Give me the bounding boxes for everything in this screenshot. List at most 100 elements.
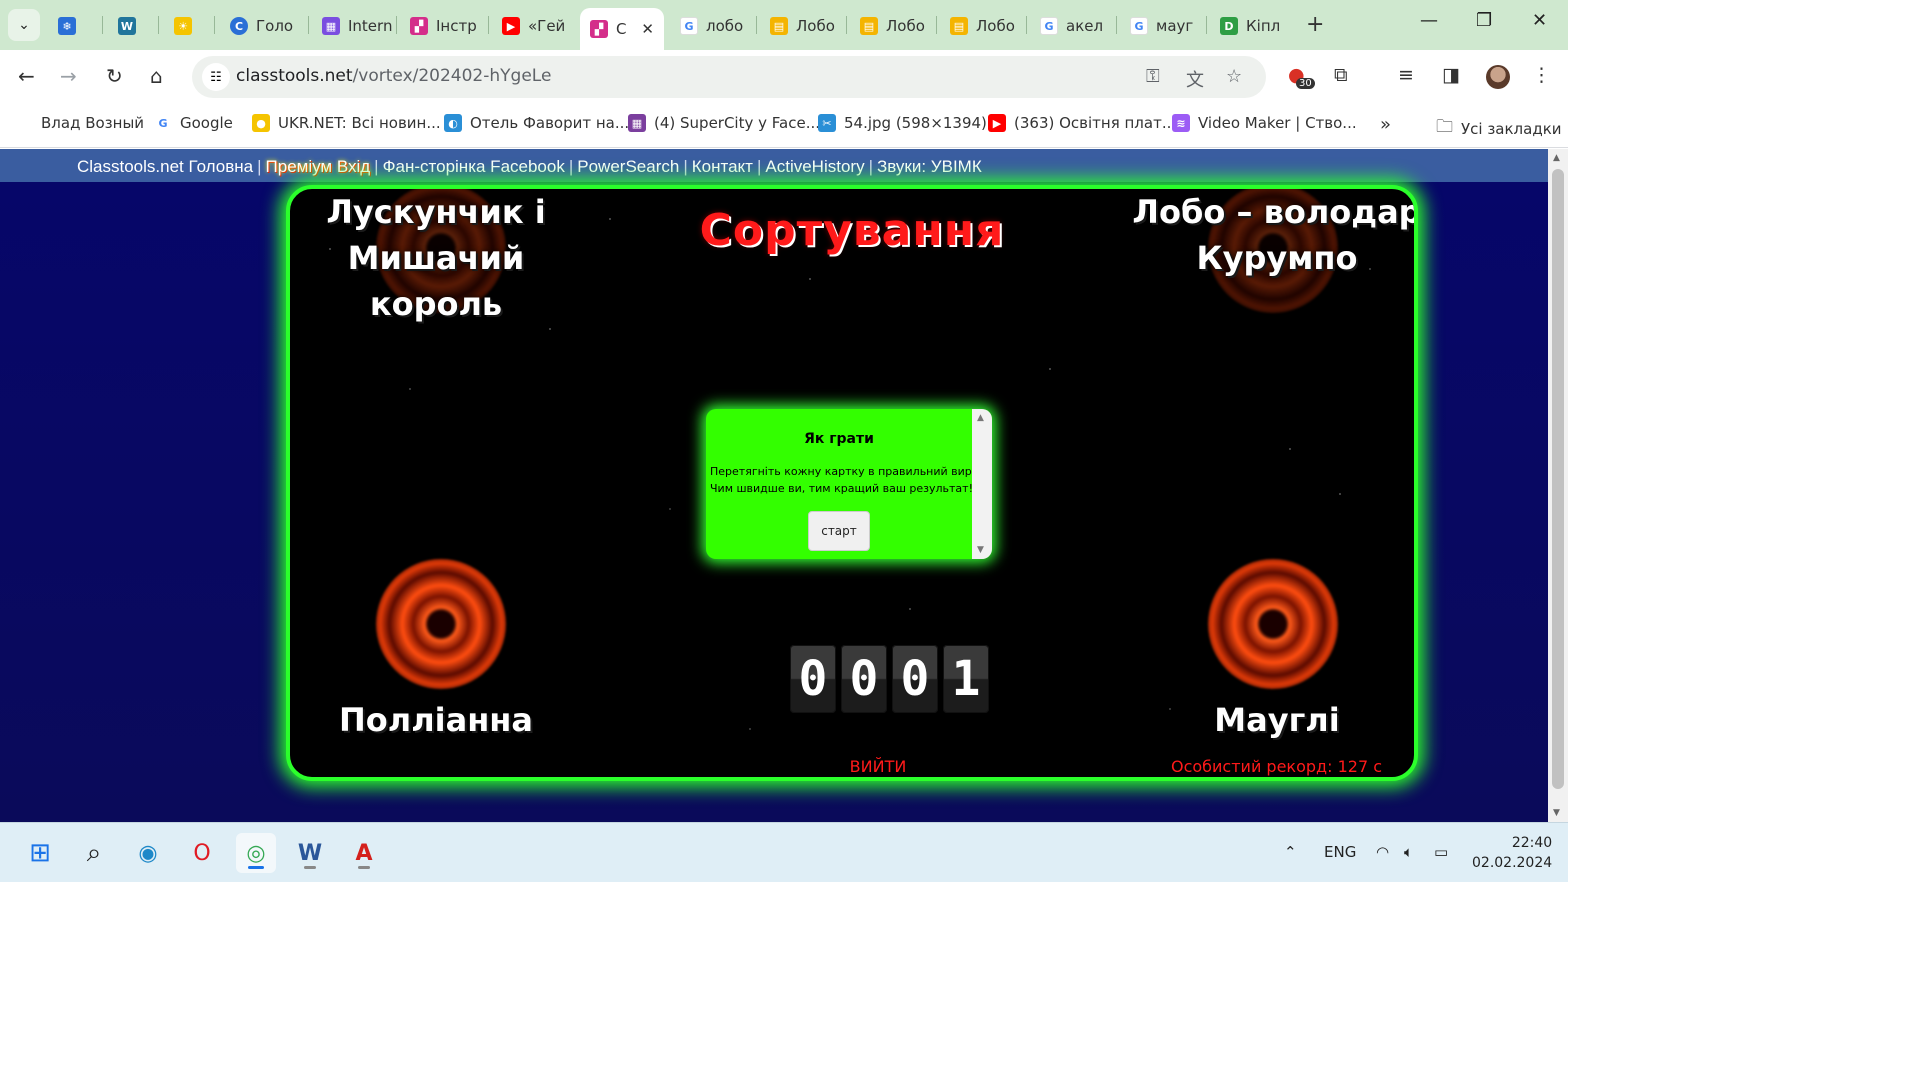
profile-avatar[interactable] — [1486, 65, 1510, 89]
minimize-icon[interactable]: — — [1420, 10, 1438, 31]
tab-2[interactable]: W — [108, 8, 162, 44]
vortex-bottom-right[interactable] — [1208, 559, 1338, 689]
bookmark-item[interactable]: Влад Возный — [41, 114, 144, 132]
tools-icon: ✂ — [818, 114, 836, 132]
page-scrollbar[interactable]: ▲ ▼ — [1548, 149, 1568, 822]
nav-link-premium[interactable]: Преміум Вхід — [266, 157, 371, 176]
google-icon: G — [1040, 17, 1058, 35]
hotel-icon: ◐ — [444, 114, 462, 132]
bookmark-label: Video Maker | Ство... — [1198, 114, 1357, 132]
panel-scrollbar[interactable]: ▲ ▼ — [972, 409, 992, 559]
book-icon: ▤ — [950, 17, 968, 35]
tab-search-button[interactable]: ⌄ — [8, 9, 40, 41]
wifi-icon[interactable]: ◠ — [1376, 843, 1389, 861]
tab-5[interactable]: ▦ Intern — [312, 8, 398, 44]
opera-icon[interactable]: O — [182, 833, 222, 873]
reload-icon[interactable]: ↻ — [106, 64, 123, 88]
all-bookmarks[interactable]: 🗀 Усі закладки — [1436, 114, 1562, 143]
bookmark-item[interactable]: ▶ (363) Освітня плат... — [988, 114, 1176, 132]
bookmark-item[interactable]: ◐ Отель Фаворит на... — [444, 114, 629, 132]
tab-11[interactable]: ▤ Лобо — [850, 8, 936, 44]
tray-overflow-icon[interactable]: ⌃ — [1284, 843, 1297, 861]
tab-label: Лобо — [886, 17, 925, 35]
nav-link-activehistory[interactable]: ActiveHistory — [765, 157, 864, 176]
personal-record: Особистий рекорд: 127 с — [1170, 757, 1382, 776]
tab-active[interactable]: ▞ С ✕ — [580, 8, 664, 50]
clock-time: 22:40 — [1511, 835, 1553, 851]
start-menu-icon[interactable]: ⊞ — [20, 833, 60, 873]
tab-15[interactable]: D Кіпл — [1210, 8, 1296, 44]
nav-link-powersearch[interactable]: PowerSearch — [577, 157, 679, 176]
start-button[interactable]: старт — [808, 511, 870, 551]
scrollbar-thumb[interactable] — [1552, 169, 1564, 789]
vortex-bottom-left[interactable] — [376, 559, 506, 689]
bookmark-star-icon[interactable]: ☆ — [1226, 66, 1242, 87]
nav-link-facebook[interactable]: Фан-сторінка Facebook — [383, 157, 565, 176]
tab-9[interactable]: G лобо — [670, 8, 756, 44]
chrome-icon[interactable]: ◎ — [236, 833, 276, 873]
tab-4[interactable]: C Голо — [220, 8, 310, 44]
scroll-down-icon[interactable]: ▼ — [977, 545, 984, 555]
acrobat-icon[interactable]: A — [344, 833, 384, 873]
tab-3[interactable]: ☀ — [164, 8, 218, 44]
scroll-up-icon[interactable]: ▲ — [1553, 153, 1560, 163]
instructions-line-1: Перетягніть кожну картку в правильний ви… — [710, 465, 972, 478]
edge-icon[interactable]: ◉ — [128, 833, 168, 873]
tab-10[interactable]: ▤ Лобо — [760, 8, 846, 44]
system-clock[interactable]: 22:40 02.02.2024 — [1472, 833, 1552, 873]
nav-link-contact[interactable]: Контакт — [692, 157, 753, 176]
scroll-down-icon[interactable]: ▼ — [1553, 808, 1560, 818]
tab-12[interactable]: ▤ Лобо — [940, 8, 1026, 44]
bookmark-item[interactable]: ✂ 54.jpg (598×1394) — [818, 114, 987, 132]
translate-icon[interactable]: 文 — [1186, 66, 1204, 92]
instructions-line-2: Чим швидше ви, тим кращий ваш результат! — [710, 482, 972, 495]
nav-link-home[interactable]: Classtools.net Головна — [77, 157, 253, 176]
tab-label: «Гей — [528, 17, 566, 35]
docs-icon: D — [1220, 17, 1238, 35]
site-info-icon[interactable]: ☷ — [202, 63, 230, 91]
scroll-up-icon[interactable]: ▲ — [977, 413, 984, 423]
close-tab-icon[interactable]: ✕ — [641, 20, 654, 38]
nav-separator: | — [756, 157, 762, 176]
nav-link-sounds[interactable]: Звуки: УВІМК — [877, 157, 982, 176]
forward-icon[interactable]: → — [60, 64, 77, 88]
tab-1[interactable]: ❄ — [48, 8, 102, 44]
tab-label: Лобо — [796, 17, 835, 35]
url-text[interactable]: classtools.net/vortex/202402-hYgeLe — [236, 66, 551, 86]
facebook-image-icon: ▦ — [628, 114, 646, 132]
volume-icon[interactable]: 🔈︎ — [1404, 843, 1413, 861]
snowflake-icon: ❄ — [58, 17, 76, 35]
password-key-icon[interactable]: ⚿ — [1146, 66, 1160, 87]
menu-kebab-icon[interactable]: ⋮ — [1532, 64, 1551, 86]
bookmark-item[interactable]: G Google — [154, 114, 233, 132]
side-panel-icon[interactable]: ◨ — [1442, 64, 1460, 86]
tab-6[interactable]: ▞ Інстр — [400, 8, 490, 44]
address-bar[interactable]: ☷ classtools.net/vortex/202402-hYgeLe ⚿ … — [192, 56, 1266, 98]
how-to-play-heading: Як грати — [804, 431, 874, 447]
tab-13[interactable]: G акел — [1030, 8, 1116, 44]
youtube-icon: ▶ — [502, 17, 520, 35]
bookmark-item[interactable]: ● UKR.NET: Всі новин... — [252, 114, 441, 132]
media-control-icon[interactable]: ≡ — [1398, 64, 1414, 86]
folder-icon: 🗀 — [1436, 117, 1453, 137]
wordpress-icon: W — [118, 17, 136, 35]
tab-7[interactable]: ▶ «Гей — [492, 8, 578, 44]
close-window-icon[interactable]: ✕ — [1532, 10, 1547, 31]
back-icon[interactable]: ← — [18, 64, 35, 88]
tab-14[interactable]: G мауг — [1120, 8, 1206, 44]
google-icon: G — [1130, 17, 1148, 35]
new-tab-button[interactable]: + — [1306, 12, 1324, 37]
restore-icon[interactable]: ❐ — [1476, 10, 1492, 31]
tab-label: Лобо — [976, 17, 1015, 35]
search-icon[interactable]: ⌕ — [74, 833, 114, 873]
battery-icon[interactable]: ▭ — [1434, 843, 1448, 861]
timer-counter: 0 0 0 1 — [790, 645, 989, 713]
tab-label: мауг — [1156, 17, 1194, 35]
home-icon[interactable]: ⌂ — [150, 64, 163, 88]
extensions-puzzle-icon[interactable]: ⧉ — [1334, 64, 1348, 86]
bookmark-item[interactable]: ▦ (4) SuperCity у Face... — [628, 114, 820, 132]
bookmark-item[interactable]: ≋ Video Maker | Ство... — [1172, 114, 1357, 132]
language-indicator[interactable]: ENG — [1324, 843, 1356, 861]
word-icon[interactable]: W — [290, 833, 330, 873]
more-bookmarks-icon[interactable]: » — [1380, 114, 1391, 135]
